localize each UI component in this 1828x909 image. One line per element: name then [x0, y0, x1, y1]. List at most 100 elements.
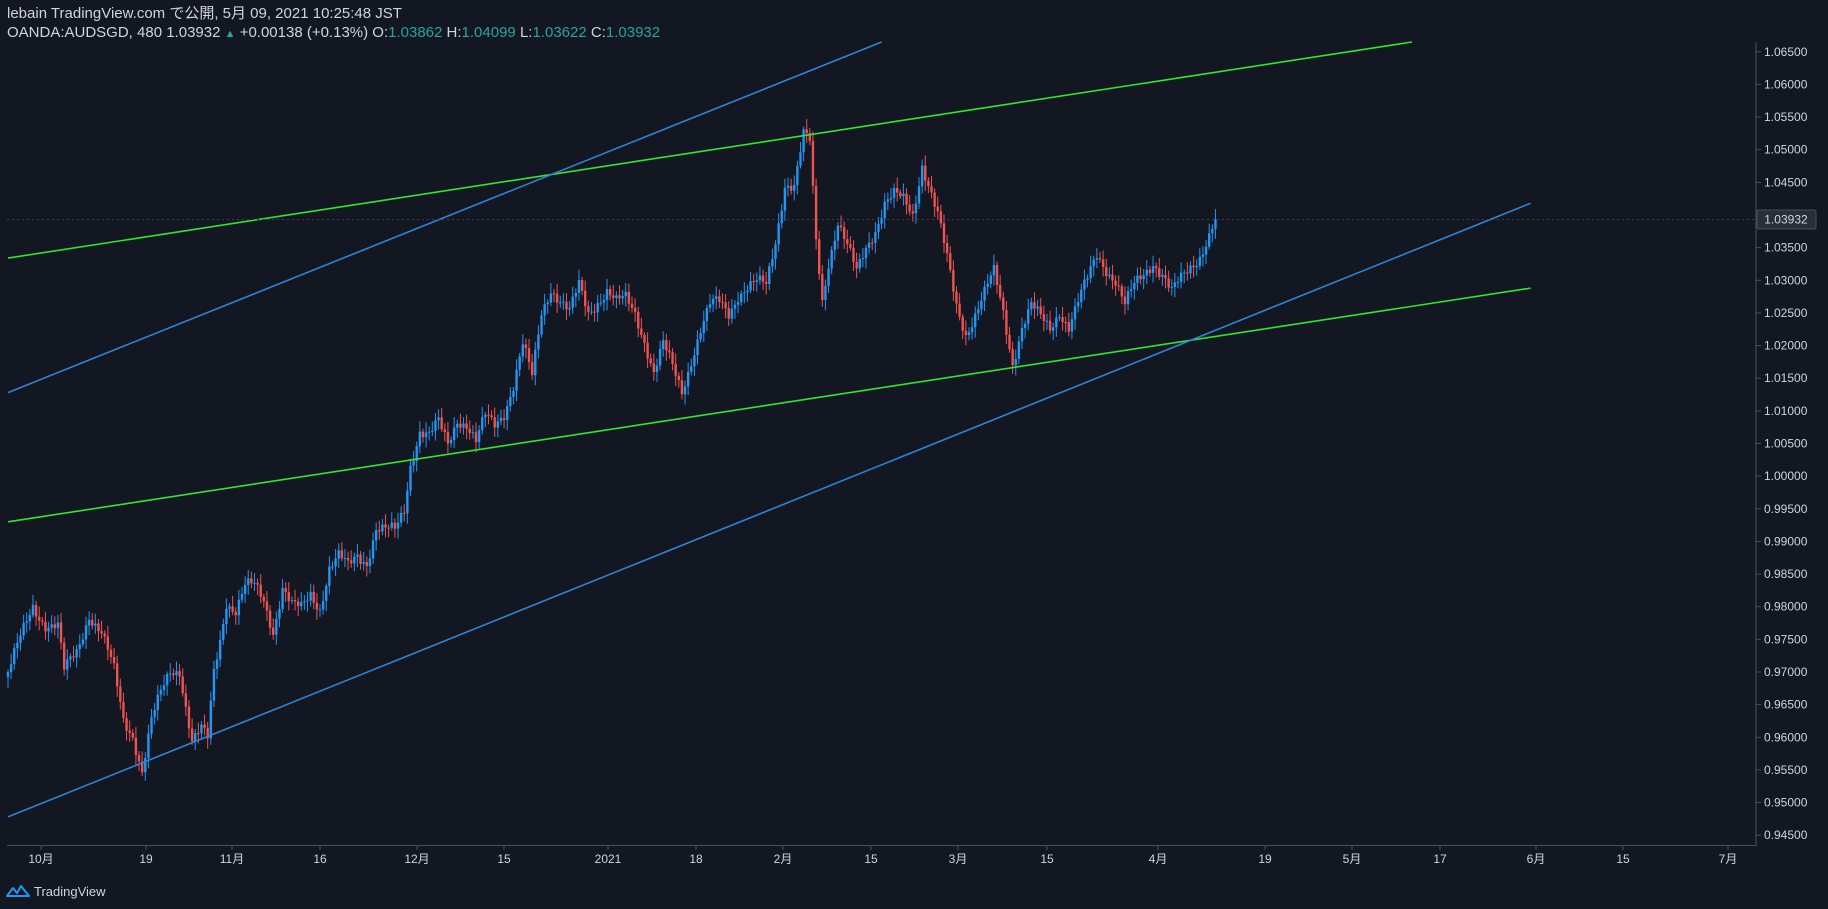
last-price-tag: 1.03932	[1756, 209, 1817, 230]
candle-body	[936, 206, 939, 212]
candle-body	[524, 344, 528, 349]
candle-body	[964, 330, 968, 336]
trend-line[interactable]	[7, 41, 1413, 259]
time-tick-label: 17	[1433, 852, 1447, 866]
candle-body	[512, 390, 515, 398]
trend-line[interactable]	[7, 202, 1531, 818]
candle-body	[499, 417, 503, 422]
candle-body	[927, 180, 930, 187]
price-tick-label: 0.95000	[1764, 796, 1808, 810]
candle-body	[222, 624, 225, 640]
candle-body	[830, 250, 833, 269]
candle-body	[789, 185, 793, 191]
price-tick-label: 1.04500	[1764, 175, 1808, 189]
candle-body	[534, 349, 537, 376]
time-tick-label: 3月	[949, 852, 968, 866]
trendlines-layer[interactable]	[7, 41, 1531, 818]
price-tick-label: 1.06000	[1764, 77, 1808, 91]
candle-body	[680, 380, 684, 395]
candle-body	[409, 465, 412, 491]
candle-body	[325, 585, 328, 601]
candle-body	[481, 417, 484, 431]
candle-body	[184, 693, 188, 707]
price-axis[interactable]: 1.065001.060001.055001.050001.045001.040…	[1755, 42, 1808, 846]
candle-body	[733, 304, 737, 309]
candle-body	[62, 642, 66, 670]
candle-body	[1070, 319, 1074, 332]
time-axis[interactable]: 10月 19 11月 16 12月 15 2021 18 2月 15 3月 15 4月 19 5月 17 6月 1…	[7, 845, 1756, 866]
candle-body	[31, 604, 35, 616]
candle-body	[568, 307, 571, 310]
candle-body	[930, 186, 933, 193]
candle-body	[914, 203, 918, 214]
price-tick-label: 1.01000	[1764, 404, 1808, 418]
candle-body	[197, 733, 200, 735]
candle-body	[652, 363, 656, 373]
candle-body	[980, 300, 983, 310]
candle-body	[156, 694, 159, 711]
candle-body	[624, 291, 627, 297]
candle-body	[615, 295, 618, 298]
candle-body	[992, 265, 996, 276]
candle-body	[56, 622, 60, 629]
candle-body	[530, 362, 534, 376]
candle-body	[240, 593, 244, 600]
candle-body	[378, 530, 381, 532]
candle-body	[1017, 341, 1021, 360]
trend-line[interactable]	[7, 41, 882, 394]
low-value: 1.03622	[532, 24, 587, 41]
time-tick-label: 19	[1258, 852, 1272, 866]
time-tick-label: 7月	[1719, 852, 1738, 866]
candle-body	[1055, 317, 1058, 328]
price-tick-label: 1.03500	[1764, 241, 1808, 255]
candle-body	[584, 290, 587, 307]
candle-body	[730, 308, 734, 319]
candle-body	[284, 588, 287, 593]
candle-body	[13, 648, 16, 665]
candle-body	[920, 165, 924, 187]
candle-body	[686, 371, 690, 387]
candle-body	[25, 621, 28, 623]
time-tick-label: 5月	[1343, 852, 1362, 866]
candle-body	[949, 253, 952, 270]
candle-body	[374, 530, 378, 541]
tradingview-brand[interactable]: TradingView	[6, 881, 106, 901]
candle-body	[418, 431, 422, 447]
candle-body	[833, 240, 836, 251]
candle-body	[777, 223, 780, 245]
candle-body	[1089, 266, 1092, 279]
candle-body	[421, 431, 425, 438]
price-chart[interactable]: 1.06500 1.06000 1.05500 1.05000 1.04500 1.040…	[0, 0, 1828, 909]
candle-body	[1192, 265, 1195, 268]
candle-body	[933, 192, 936, 207]
candle-body	[169, 673, 172, 675]
candle-body	[1145, 269, 1148, 276]
candle-body	[190, 728, 194, 742]
candle-body	[47, 627, 50, 632]
candle-body	[509, 397, 512, 407]
candle-body	[1154, 266, 1158, 269]
candle-body	[343, 557, 347, 559]
candle-body	[802, 129, 805, 153]
candle-body	[630, 303, 634, 308]
candle-body	[640, 328, 643, 335]
price-tick-label: 0.97000	[1764, 665, 1808, 679]
candle-body	[300, 602, 303, 607]
candle-body	[150, 717, 153, 734]
candle-body	[546, 302, 549, 305]
candle-body	[892, 187, 896, 198]
candle-body	[955, 291, 958, 304]
symbol-legend[interactable]: OANDA:AUDSGD, 480 1.03932 ▲ +0.00138 (+0…	[7, 23, 660, 44]
candle-body	[181, 676, 184, 694]
candle-body	[247, 578, 250, 585]
candle-body	[908, 204, 911, 212]
candle-body	[390, 522, 393, 528]
candle-body	[506, 406, 509, 420]
candle-body	[350, 560, 353, 564]
candle-body	[827, 268, 830, 286]
candle-body	[431, 430, 434, 432]
trend-line[interactable]	[7, 287, 1531, 523]
candle-body	[708, 304, 712, 308]
candle-body	[1108, 274, 1111, 277]
price-tick-label: 1.03000	[1764, 273, 1808, 287]
